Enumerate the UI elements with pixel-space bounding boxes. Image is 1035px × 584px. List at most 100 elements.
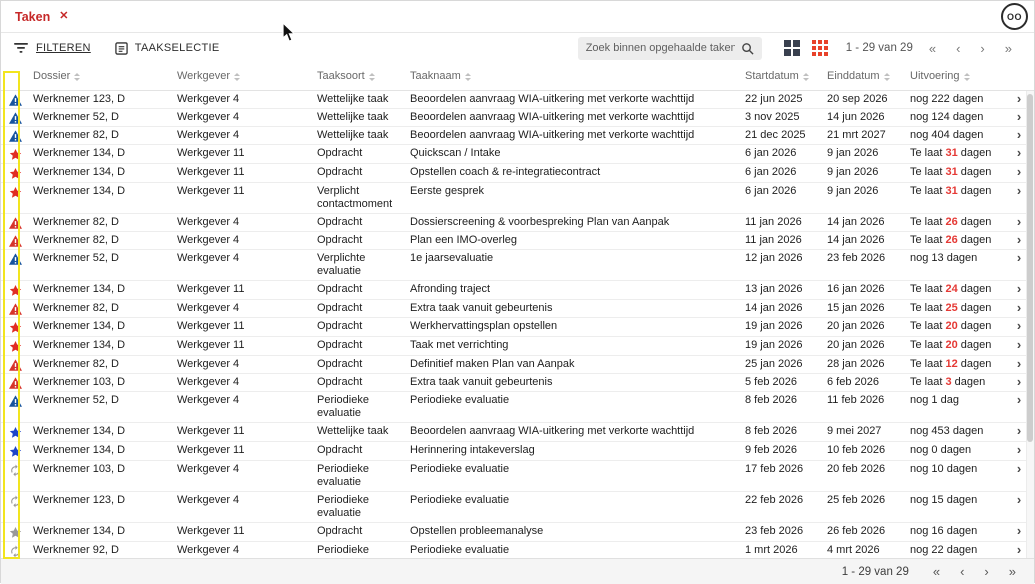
table-row[interactable]: Werknemer 134, D Werkgever 11 Opdracht A…: [1, 281, 1034, 300]
tab-bar: Taken ✕ OO: [1, 1, 1034, 33]
tab-label: Taken: [15, 9, 51, 24]
next-page-button[interactable]: ›: [970, 41, 994, 56]
row-uitvoering: nog 15 dagen: [910, 494, 978, 506]
table-row[interactable]: Werknemer 82, D Werkgever 4 Opdracht Pla…: [1, 232, 1034, 250]
column-header-startdatum[interactable]: Startdatum: [741, 68, 823, 85]
table-row[interactable]: Werknemer 52, D Werkgever 4 Verplichte e…: [1, 250, 1034, 281]
table-row[interactable]: Werknemer 82, D Werkgever 4 Opdracht Def…: [1, 356, 1034, 374]
row-taaksoort: Periodieke evaluatie: [317, 394, 369, 419]
filter-button[interactable]: FILTEREN: [13, 42, 91, 54]
tab-taken[interactable]: Taken ✕: [15, 10, 68, 24]
row-uitvoering: Te laat 26 dagen: [910, 234, 992, 246]
column-header-werkgever[interactable]: Werkgever: [173, 68, 313, 85]
row-startdatum: 5 feb 2026: [745, 376, 797, 388]
row-uitvoering: nog 453 dagen: [910, 425, 984, 437]
search-icon[interactable]: [741, 42, 754, 55]
row-startdatum: 17 feb 2026: [745, 463, 804, 475]
star-red-icon: [9, 321, 22, 334]
footer-last-page-button[interactable]: »: [999, 564, 1026, 579]
table-row[interactable]: Werknemer 82, D Werkgever 4 Wettelijke t…: [1, 127, 1034, 145]
row-uitvoering: nog 13 dagen: [910, 252, 978, 264]
table-row[interactable]: Werknemer 82, D Werkgever 4 Opdracht Dos…: [1, 214, 1034, 232]
star-blue-icon: [9, 445, 22, 458]
row-uitvoering: Te laat 25 dagen: [910, 302, 992, 314]
list-view-toggle-icon[interactable]: [783, 40, 800, 56]
first-page-button[interactable]: «: [919, 41, 946, 56]
row-taaknaam: Periodieke evaluatie: [410, 394, 510, 406]
column-header-taaknaam[interactable]: Taaknaam: [406, 68, 741, 85]
row-startdatum: 11 jan 2026: [745, 234, 802, 246]
row-taaksoort: Wettelijke taak: [317, 129, 389, 141]
table-row[interactable]: Werknemer 134, D Werkgever 11 Verplicht …: [1, 183, 1034, 214]
row-dossier: Werknemer 134, D: [33, 320, 126, 332]
sort-icon: [233, 72, 240, 81]
row-einddatum: 9 mei 2027: [827, 425, 882, 437]
row-startdatum: 23 feb 2026: [745, 525, 804, 537]
sort-icon: [802, 72, 809, 81]
row-startdatum: 22 jun 2025: [745, 93, 803, 105]
pagination-controls: « ‹ › »: [919, 41, 1022, 56]
toolbar: FILTEREN TAAKSELECTIE 1 - 29 van 29 « ‹ …: [1, 33, 1034, 63]
scrollbar-thumb[interactable]: [1027, 94, 1033, 442]
search-box[interactable]: [577, 36, 762, 60]
row-uitvoering: nog 404 dagen: [910, 129, 984, 141]
last-page-button[interactable]: »: [995, 41, 1022, 56]
footer-next-page-button[interactable]: ›: [974, 564, 998, 579]
table-row[interactable]: Werknemer 134, D Werkgever 11 Opdracht H…: [1, 442, 1034, 461]
column-header-taaksoort[interactable]: Taaksoort: [313, 68, 406, 85]
task-select-button[interactable]: TAAKSELECTIE: [115, 41, 220, 55]
table-row[interactable]: Werknemer 134, D Werkgever 11 Opdracht O…: [1, 164, 1034, 183]
row-werkgever: Werkgever 4: [177, 376, 240, 388]
column-header-dossier[interactable]: Dossier: [29, 68, 173, 85]
table-row[interactable]: Werknemer 103, D Werkgever 4 Opdracht Ex…: [1, 374, 1034, 392]
row-dossier: Werknemer 134, D: [33, 185, 126, 197]
prev-page-button[interactable]: ‹: [946, 41, 970, 56]
warning-blue-icon: [8, 130, 22, 142]
row-taaknaam: Definitief maken Plan van Aanpak: [410, 358, 575, 370]
table-row[interactable]: Werknemer 103, D Werkgever 4 Periodieke …: [1, 461, 1034, 492]
row-taaknaam: Eerste gesprek: [410, 185, 484, 197]
row-taaknaam: Periodieke evaluatie: [410, 544, 510, 556]
table-row[interactable]: Werknemer 134, D Werkgever 11 Opdracht T…: [1, 337, 1034, 356]
table-row[interactable]: Werknemer 134, D Werkgever 11 Opdracht O…: [1, 523, 1034, 542]
tab-close-icon[interactable]: ✕: [59, 11, 68, 22]
table-row[interactable]: Werknemer 92, D Werkgever 4 Periodieke e…: [1, 542, 1034, 558]
table-header: Dossier Werkgever Taaksoort Taaknaam Sta…: [1, 63, 1034, 91]
warning-red-icon: [8, 235, 22, 247]
table-row[interactable]: Werknemer 82, D Werkgever 4 Opdracht Ext…: [1, 300, 1034, 318]
row-werkgever: Werkgever 4: [177, 494, 240, 506]
grid-view-toggle-icon[interactable]: [811, 40, 828, 56]
star-red-icon: [9, 284, 22, 297]
column-header-uitvoering[interactable]: Uitvoering: [906, 68, 1009, 85]
table-row[interactable]: Werknemer 52, D Werkgever 4 Wettelijke t…: [1, 109, 1034, 127]
row-taaksoort: Opdracht: [317, 320, 363, 332]
row-taaksoort: Wettelijke taak: [317, 93, 389, 105]
row-einddatum: 10 feb 2026: [827, 444, 886, 456]
row-taaknaam: Opstellen coach & re-integratiecontract: [410, 166, 601, 178]
row-werkgever: Werkgever 4: [177, 463, 240, 475]
row-dossier: Werknemer 92, D: [33, 544, 119, 556]
row-dossier: Werknemer 134, D: [33, 147, 126, 159]
table-row[interactable]: Werknemer 134, D Werkgever 11 Opdracht W…: [1, 318, 1034, 337]
row-startdatum: 11 jan 2026: [745, 216, 802, 228]
search-input[interactable]: [585, 42, 735, 54]
table-row[interactable]: Werknemer 123, D Werkgever 4 Wettelijke …: [1, 91, 1034, 109]
footer-first-page-button[interactable]: «: [923, 564, 950, 579]
footer-pagination-range: 1 - 29 van 29: [841, 565, 909, 578]
row-taaknaam: Afronding traject: [410, 283, 491, 295]
row-dossier: Werknemer 123, D: [33, 93, 126, 105]
table-row[interactable]: Werknemer 123, D Werkgever 4 Periodieke …: [1, 492, 1034, 523]
table-row[interactable]: Werknemer 134, D Werkgever 11 Wettelijke…: [1, 423, 1034, 442]
table-row[interactable]: Werknemer 134, D Werkgever 11 Opdracht Q…: [1, 145, 1034, 164]
column-header-einddatum[interactable]: Einddatum: [823, 68, 906, 85]
view-toggles: [783, 40, 828, 56]
row-taaknaam: Quickscan / Intake: [410, 147, 501, 159]
avatar[interactable]: OO: [1001, 3, 1028, 30]
row-dossier: Werknemer 82, D: [33, 129, 119, 141]
row-einddatum: 9 jan 2026: [827, 147, 879, 159]
row-uitvoering: Te laat 31 dagen: [910, 147, 992, 159]
row-einddatum: 20 feb 2026: [827, 463, 886, 475]
footer-prev-page-button[interactable]: ‹: [950, 564, 974, 579]
row-taaknaam: Periodieke evaluatie: [410, 463, 510, 475]
table-row[interactable]: Werknemer 52, D Werkgever 4 Periodieke e…: [1, 392, 1034, 423]
